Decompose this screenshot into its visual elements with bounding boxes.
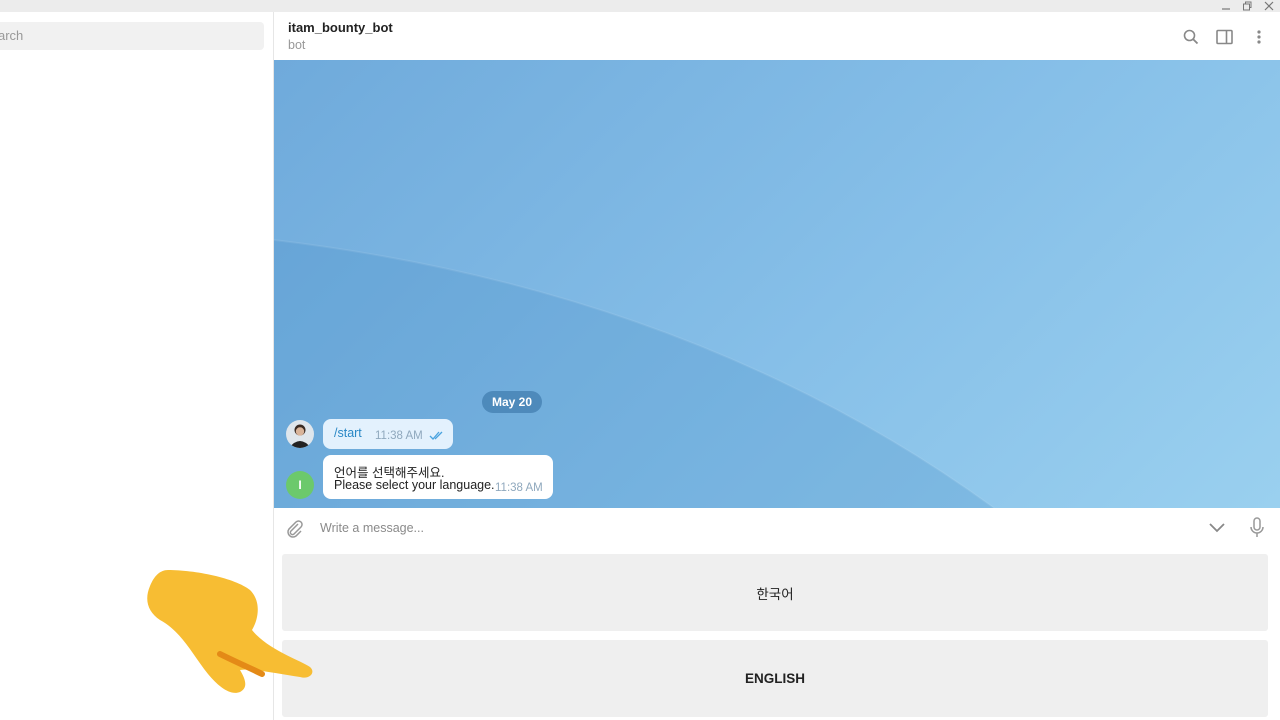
outgoing-message[interactable]: /start 11:38 AM: [323, 419, 453, 449]
date-separator: May 20: [482, 391, 542, 413]
bot-avatar[interactable]: I: [286, 471, 314, 499]
pointing-hand-overlay: [140, 562, 320, 702]
chat-background: May 20 /start 11:38 AM I 언어를 선택해주세요. Ple…: [274, 60, 1280, 508]
more-vertical-icon[interactable]: [1248, 26, 1270, 48]
chat-subtitle: bot: [288, 38, 306, 52]
search-input[interactable]: arch: [0, 22, 264, 50]
incoming-message[interactable]: 언어를 선택해주세요. Please select your language.…: [323, 455, 553, 499]
attach-icon[interactable]: [284, 518, 304, 543]
restore-icon[interactable]: [1238, 0, 1256, 12]
double-check-icon: [429, 431, 443, 440]
message-composer: Write a message...: [274, 508, 1280, 548]
message-time: 11:38 AM: [495, 482, 543, 494]
chat-header[interactable]: itam_bounty_bot bot: [274, 12, 1280, 60]
chevron-down-icon[interactable]: [1208, 521, 1226, 540]
sidebar-toggle-icon[interactable]: [1214, 26, 1236, 48]
avatar[interactable]: [286, 420, 314, 448]
minimize-icon[interactable]: [1217, 0, 1235, 12]
message-input[interactable]: Write a message...: [320, 521, 424, 535]
message-line: Please select your language.: [334, 478, 495, 492]
search-icon[interactable]: [1180, 26, 1202, 48]
window-titlebar: [0, 0, 1280, 12]
chat-title: itam_bounty_bot: [288, 20, 393, 35]
bot-command-link[interactable]: /start: [334, 426, 362, 440]
close-icon[interactable]: [1260, 0, 1278, 12]
message-time: 11:38 AM: [375, 430, 423, 442]
keyboard-button-korean[interactable]: 한국어: [282, 554, 1268, 631]
microphone-icon[interactable]: [1249, 517, 1265, 544]
keyboard-button-english[interactable]: ENGLISH: [282, 640, 1268, 717]
